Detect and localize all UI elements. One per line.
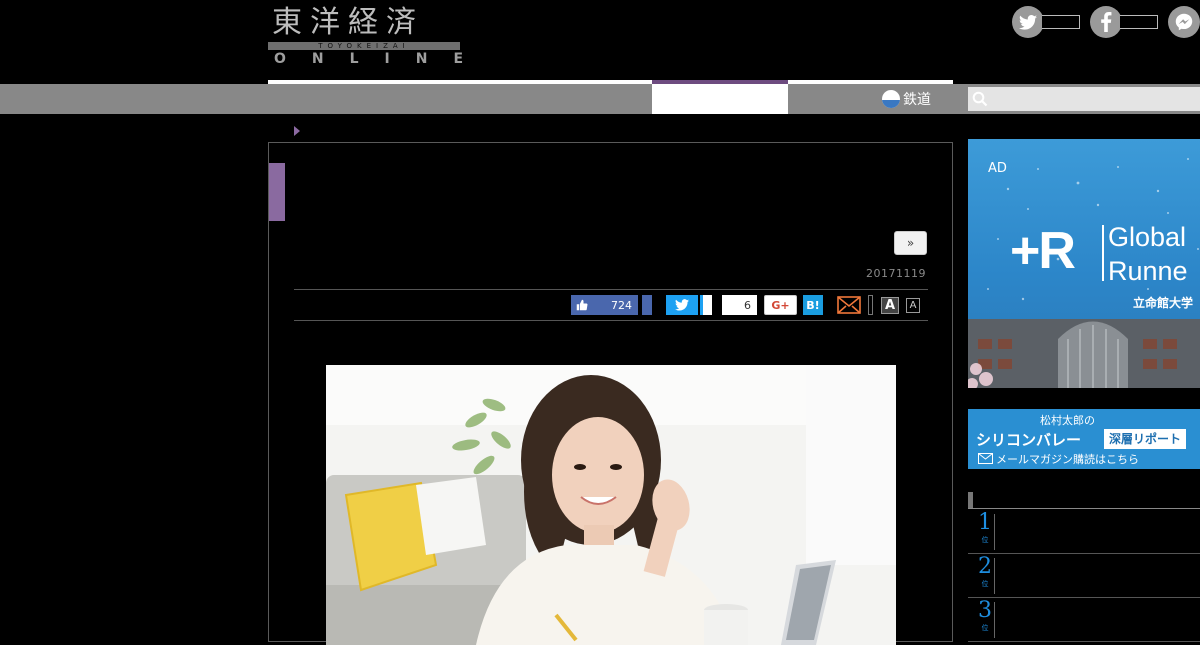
rank-digit: 1 [978, 510, 992, 535]
ranking-item-2[interactable]: 2 位 [968, 554, 1200, 598]
main-nav: 鉄道 [0, 84, 1200, 114]
breadcrumb-arrow-icon [294, 126, 300, 136]
ranking-item-1[interactable]: 1 位 [968, 510, 1200, 554]
twitter-icon [675, 299, 689, 311]
rank-number: 1 位 [976, 510, 994, 548]
rank-suffix: 位 [981, 624, 989, 632]
rank-suffix: 位 [981, 536, 989, 544]
search-input[interactable] [968, 87, 1200, 111]
train-icon [882, 90, 900, 108]
newsletter-author: 松村太郎の [1040, 414, 1095, 427]
hatena-bookmark-button[interactable]: B! [803, 295, 823, 315]
logo-romaji: TOYOKEIZAI [268, 42, 460, 50]
ad-divider [1102, 225, 1104, 281]
mail-icon [978, 453, 993, 464]
share-separator [868, 295, 873, 315]
newsletter-subscribe-link[interactable]: メールマガジン購読はこちら [996, 451, 1139, 467]
google-plus-button[interactable]: G+ [764, 295, 797, 315]
rank-separator [994, 514, 995, 550]
rank-number: 2 位 [976, 554, 994, 592]
ad-building-image [968, 319, 1200, 388]
newsletter-title: シリコンバレー [976, 431, 1082, 449]
rank-digit: 3 [978, 598, 992, 623]
messenger-share-button[interactable] [1168, 6, 1200, 38]
share-bar-top-divider [294, 289, 928, 290]
article-main-photo [326, 365, 896, 645]
newsletter-banner[interactable]: 松村太郎の シリコンバレー 深層リポート メールマガジン購読はこちら [968, 409, 1200, 469]
share-bar-bottom-divider [294, 320, 928, 321]
nav-tab-rail[interactable]: 鉄道 [882, 88, 931, 110]
font-size-large-button[interactable]: A [881, 297, 899, 314]
logo-kanji: 東洋経済 [272, 5, 424, 40]
ranking-header-line [968, 508, 1200, 509]
facebook-follow-button[interactable] [1090, 6, 1158, 38]
article-date: 20171119 [866, 267, 926, 280]
next-page-button[interactable]: » [894, 231, 927, 255]
nav-tab-active[interactable] [652, 84, 788, 114]
article-container: » 20171119 724 6 G+ B! A A [268, 142, 953, 645]
ad-plus-r: +R [1010, 222, 1076, 280]
rank-suffix: 位 [981, 580, 989, 588]
ad-headline-1: Global [1108, 222, 1187, 252]
hatena-count: 6 [722, 295, 757, 315]
rank-separator [994, 558, 995, 594]
title-accent-bar [269, 163, 285, 221]
facebook-icon [1090, 6, 1122, 38]
rank-separator [994, 602, 995, 638]
thumbs-up-icon [576, 299, 588, 311]
twitter-icon [1012, 6, 1044, 38]
nav-rail-label: 鉄道 [903, 92, 931, 108]
messenger-icon [1168, 6, 1200, 38]
ad-banner-ritsumeikan[interactable]: AD +R Global Runne 立命館大学 [968, 139, 1200, 388]
facebook-count [1120, 15, 1158, 29]
social-follow-bar [1002, 6, 1200, 38]
logo-online: ONLINE [274, 51, 490, 67]
like-count: 724 [611, 298, 632, 312]
newsletter-tag: 深層リポート [1104, 429, 1187, 449]
ranking-header-mark [968, 492, 973, 509]
ad-headline-2: Runne [1108, 256, 1188, 286]
site-logo[interactable]: 東洋経済 TOYOKEIZAI ONLINE [268, 5, 490, 70]
mail-share-button[interactable] [837, 295, 861, 315]
font-size-small-button[interactable]: A [906, 298, 920, 313]
tweet-button[interactable] [666, 295, 698, 315]
rank-digit: 2 [978, 554, 992, 579]
search-icon[interactable] [972, 91, 988, 107]
tweet-count [700, 295, 712, 315]
facebook-share-button[interactable] [642, 295, 652, 315]
twitter-count [1042, 15, 1080, 29]
facebook-like-button[interactable]: 724 [571, 295, 638, 315]
mail-icon [837, 296, 861, 314]
twitter-follow-button[interactable] [1012, 6, 1080, 38]
ranking-item-3[interactable]: 3 位 [968, 598, 1200, 642]
ad-label: AD [988, 161, 1007, 176]
rank-number: 3 位 [976, 598, 994, 636]
